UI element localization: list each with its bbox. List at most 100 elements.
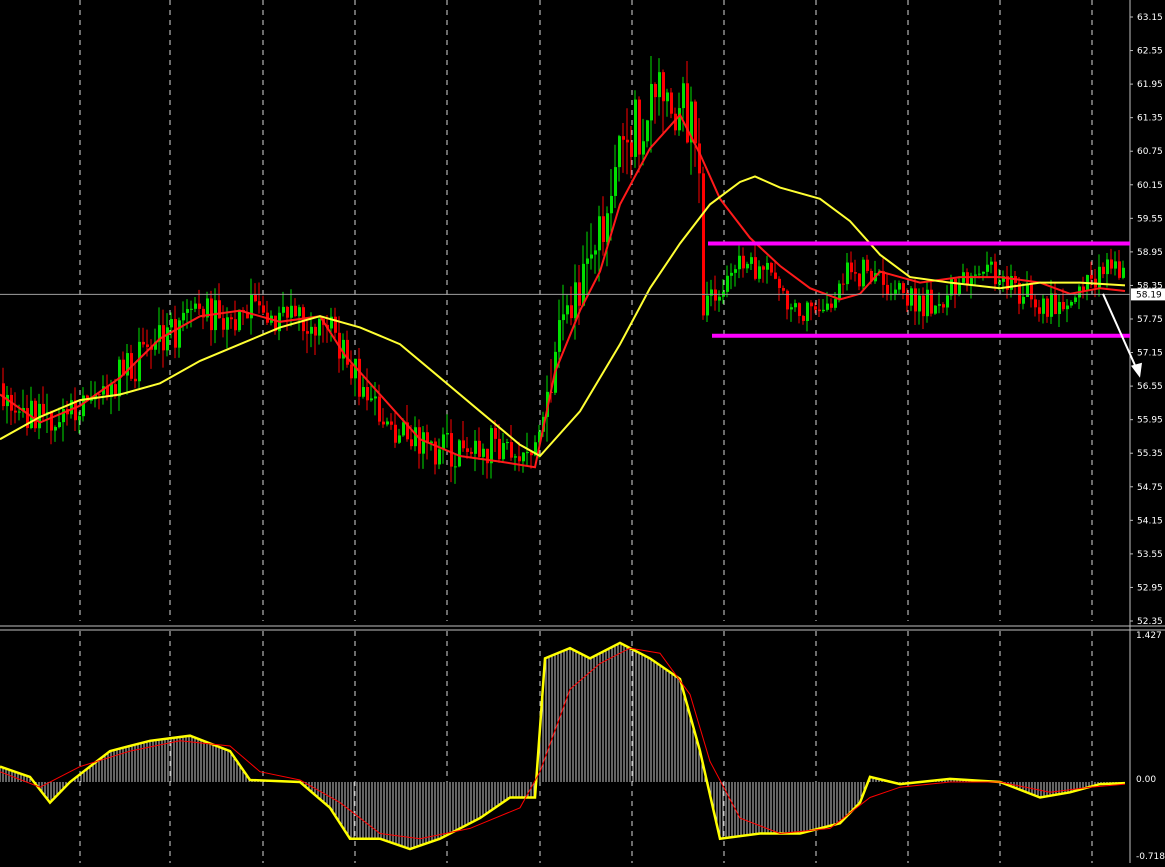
bear-candle	[314, 326, 317, 336]
price-tick-label: 56.55	[1137, 382, 1163, 392]
bear-candle	[358, 358, 361, 397]
bear-candle	[142, 341, 145, 345]
signal-line	[0, 647, 1126, 840]
bull-candle	[918, 295, 921, 312]
bull-candle	[422, 432, 425, 454]
bear-candle	[218, 300, 221, 319]
bear-candle	[942, 304, 945, 308]
price-tick-label: 53.55	[1137, 550, 1163, 560]
bull-candle	[490, 428, 493, 464]
bull-candle	[1070, 301, 1073, 306]
bull-candle	[190, 308, 193, 310]
bull-candle	[54, 427, 57, 431]
bear-candle	[814, 306, 817, 310]
bull-candle	[1050, 293, 1053, 317]
bull-candle	[998, 281, 1001, 285]
price-tick-label: 55.95	[1137, 416, 1163, 426]
bull-candle	[138, 341, 141, 382]
bear-candle	[1102, 266, 1105, 275]
bear-candle	[34, 400, 37, 429]
bull-candle	[30, 400, 33, 429]
bear-candle	[670, 92, 673, 114]
bull-candle	[438, 449, 441, 465]
bull-candle	[950, 278, 953, 296]
bear-candle	[1038, 307, 1041, 314]
bear-candle	[602, 216, 605, 242]
bull-candle	[454, 466, 457, 468]
bear-candle	[234, 319, 237, 331]
bear-candle	[630, 142, 633, 157]
bull-candle	[910, 288, 913, 306]
bull-candle	[586, 258, 589, 264]
bear-candle	[462, 440, 465, 449]
bull-candle	[730, 272, 733, 276]
bull-candle	[62, 408, 65, 423]
bull-candle	[1042, 298, 1045, 314]
bear-candle	[842, 283, 845, 285]
bull-candle	[838, 283, 841, 300]
bear-candle	[14, 410, 17, 413]
price-tick-label: 57.75	[1137, 315, 1163, 325]
bear-candle	[754, 257, 757, 279]
bear-candle	[966, 272, 969, 286]
price-tick-label: 57.15	[1137, 349, 1163, 359]
bear-candle	[134, 378, 137, 382]
bull-candle	[482, 448, 485, 457]
bear-candle	[1054, 293, 1057, 315]
bull-candle	[978, 273, 981, 275]
bull-candle	[170, 319, 173, 328]
price-tick-label: 63.15	[1137, 13, 1163, 23]
bear-candle	[334, 316, 337, 333]
bear-candle	[886, 284, 889, 296]
bear-candle	[410, 439, 413, 447]
oscillator-pane	[0, 641, 1126, 851]
bear-candle	[622, 136, 625, 140]
price-tick-label: 61.35	[1137, 114, 1163, 124]
bear-candle	[394, 424, 397, 443]
bear-candle	[626, 139, 629, 143]
bull-candle	[618, 136, 621, 168]
bear-candle	[994, 261, 997, 285]
bull-candle	[606, 213, 609, 242]
price-tick-label: 61.95	[1137, 80, 1163, 90]
bear-candle	[286, 306, 289, 318]
bear-candle	[858, 273, 861, 287]
bull-candle	[58, 422, 61, 428]
price-tick-label: 55.35	[1137, 449, 1163, 459]
bull-candle	[726, 275, 729, 292]
bear-candle	[914, 288, 917, 312]
bull-candle	[374, 396, 377, 399]
bull-candle	[226, 317, 229, 330]
oscillator-axis: 1.427 0.00 -0.718	[1136, 631, 1165, 862]
bull-candle	[582, 263, 585, 306]
bull-candle	[1106, 259, 1109, 275]
bull-candle	[194, 303, 197, 309]
chart-area: 63.15 62.55 61.95 61.35 60.75 60.15 59.55 58.95…	[0, 0, 1165, 863]
bull-candle	[598, 216, 601, 251]
bull-candle	[502, 443, 505, 460]
bear-candle	[638, 99, 641, 155]
bear-candle	[802, 315, 805, 321]
bull-candle	[934, 305, 937, 314]
bear-candle	[450, 433, 453, 467]
bear-candle	[42, 403, 45, 415]
bull-candle	[926, 289, 929, 317]
bear-candle	[1118, 261, 1121, 278]
bull-candle	[178, 320, 181, 348]
bull-candle	[238, 309, 241, 331]
bull-candle	[182, 312, 185, 321]
bull-candle	[558, 320, 561, 352]
bear-candle	[146, 344, 149, 347]
bull-candle	[1074, 297, 1077, 302]
price-tick-label: 62.55	[1137, 47, 1163, 57]
bear-candle	[498, 438, 501, 460]
bull-candle	[718, 296, 721, 301]
bear-candle	[770, 262, 773, 273]
bull-candle	[1122, 267, 1125, 278]
bear-candle	[830, 303, 833, 308]
bull-candle	[298, 307, 301, 317]
bull-candle	[982, 271, 985, 274]
bull-candle	[766, 262, 769, 270]
price-tick-label: 52.35	[1137, 617, 1163, 627]
bear-candle	[98, 394, 101, 396]
